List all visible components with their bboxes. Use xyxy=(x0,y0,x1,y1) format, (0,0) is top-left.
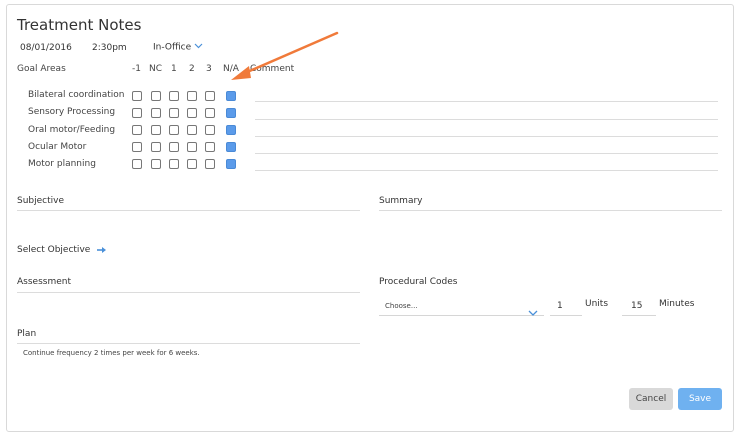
checkbox-2[interactable] xyxy=(187,91,197,101)
checkbox-3[interactable] xyxy=(205,142,215,152)
checkbox-1[interactable] xyxy=(169,125,179,135)
note-date: 08/01/2016 xyxy=(20,43,72,53)
procedural-code-select[interactable]: Choose... xyxy=(379,297,544,316)
col-header-2: 2 xyxy=(189,64,195,74)
plan-divider xyxy=(17,343,360,344)
select-objective-label: Select Objective xyxy=(17,245,91,255)
checkbox-nc[interactable] xyxy=(151,108,161,118)
checkbox-3[interactable] xyxy=(205,91,215,101)
checkbox-nc[interactable] xyxy=(151,142,161,152)
checkbox-na[interactable] xyxy=(226,108,236,118)
col-header-minus1: -1 xyxy=(132,64,141,74)
cancel-button[interactable]: Cancel xyxy=(629,388,673,410)
page-title: Treatment Notes xyxy=(17,16,142,34)
checkbox-minus1[interactable] xyxy=(132,142,142,152)
location-dropdown[interactable]: In-Office xyxy=(153,42,203,53)
checkbox-2[interactable] xyxy=(187,142,197,152)
comment-field[interactable] xyxy=(255,153,718,154)
comment-field[interactable] xyxy=(255,119,718,120)
checkbox-na[interactable] xyxy=(226,125,236,135)
minutes-value: 15 xyxy=(631,301,643,311)
note-time: 2:30pm xyxy=(92,43,127,53)
comment-field[interactable] xyxy=(255,101,718,102)
plan-text[interactable]: Continue frequency 2 times per week for … xyxy=(23,349,200,357)
comment-field[interactable] xyxy=(255,136,718,137)
checkbox-3[interactable] xyxy=(205,125,215,135)
checkbox-nc[interactable] xyxy=(151,91,161,101)
goal-label: Oral motor/Feeding xyxy=(28,125,116,135)
goal-label: Sensory Processing xyxy=(28,107,116,117)
save-button[interactable]: Save xyxy=(678,388,722,410)
checkbox-minus1[interactable] xyxy=(132,159,142,169)
checkbox-minus1[interactable] xyxy=(132,91,142,101)
checkbox-1[interactable] xyxy=(169,159,179,169)
units-value: 1 xyxy=(557,301,563,311)
checkbox-nc[interactable] xyxy=(151,159,161,169)
checkbox-2[interactable] xyxy=(187,125,197,135)
annotation-arrow-icon xyxy=(231,31,339,80)
checkbox-nc[interactable] xyxy=(151,125,161,135)
checkbox-na[interactable] xyxy=(226,91,236,101)
chevron-down-icon xyxy=(528,302,538,321)
summary-field[interactable] xyxy=(379,210,722,211)
comment-field[interactable] xyxy=(255,170,718,171)
checkbox-1[interactable] xyxy=(169,91,179,101)
goal-label: Ocular Motor xyxy=(28,142,87,152)
checkbox-1[interactable] xyxy=(169,108,179,118)
checkbox-3[interactable] xyxy=(205,159,215,169)
select-objective-link[interactable]: Select Objective xyxy=(17,245,107,255)
goal-label: Motor planning xyxy=(28,159,96,169)
assessment-label: Assessment xyxy=(17,277,71,287)
checkbox-minus1[interactable] xyxy=(132,108,142,118)
checkbox-na[interactable] xyxy=(226,142,236,152)
assessment-field[interactable] xyxy=(17,292,360,293)
minutes-label: Minutes xyxy=(659,299,695,309)
plan-label: Plan xyxy=(17,329,37,339)
procedural-codes-label: Procedural Codes xyxy=(379,277,458,287)
location-value: In-Office xyxy=(153,42,192,53)
arrow-right-icon xyxy=(93,245,107,255)
checkbox-minus1[interactable] xyxy=(132,125,142,135)
chevron-down-icon xyxy=(194,42,203,52)
col-header-3: 3 xyxy=(206,64,212,74)
units-label: Units xyxy=(585,299,609,309)
units-input[interactable]: 1 xyxy=(550,297,582,316)
goal-areas-header: Goal Areas xyxy=(17,64,66,74)
checkbox-2[interactable] xyxy=(187,159,197,169)
summary-label: Summary xyxy=(379,196,423,206)
col-header-nc: NC xyxy=(149,64,163,74)
minutes-input[interactable]: 15 xyxy=(622,297,656,316)
checkbox-3[interactable] xyxy=(205,108,215,118)
treatment-notes-card xyxy=(6,4,734,432)
choose-placeholder: Choose... xyxy=(385,302,418,310)
checkbox-1[interactable] xyxy=(169,142,179,152)
checkbox-na[interactable] xyxy=(226,159,236,169)
subjective-field[interactable] xyxy=(17,210,360,211)
checkbox-2[interactable] xyxy=(187,108,197,118)
goal-label: Bilateral coordination xyxy=(28,90,125,100)
subjective-label: Subjective xyxy=(17,196,65,206)
col-header-1: 1 xyxy=(171,64,177,74)
